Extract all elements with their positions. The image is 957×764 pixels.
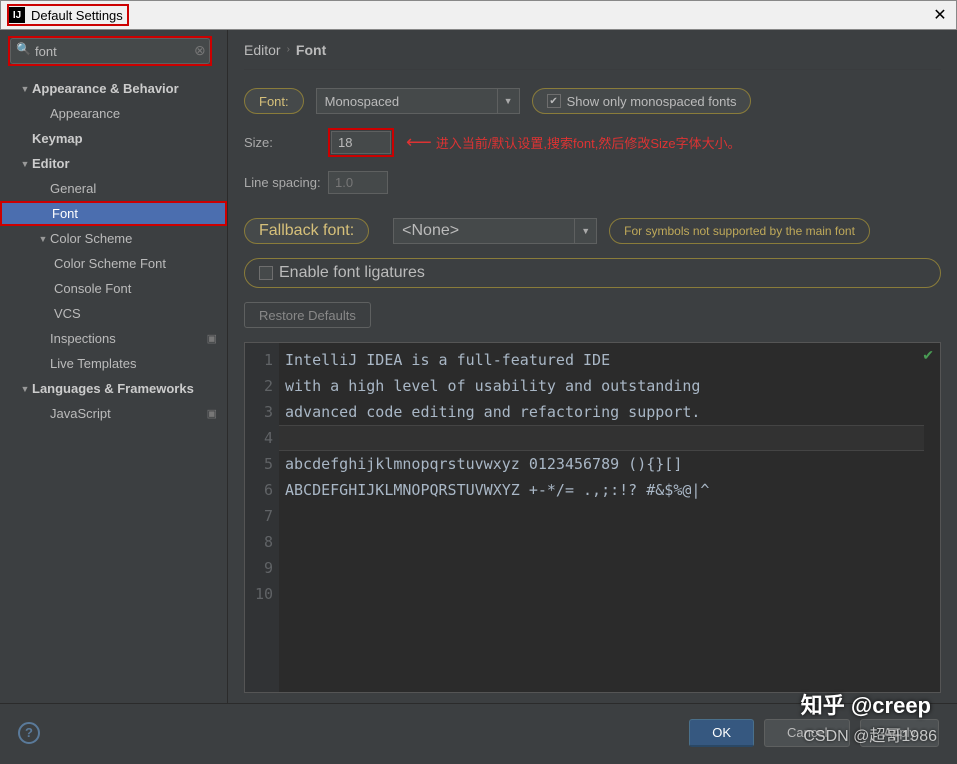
tree-appearance-behavior[interactable]: ▼Appearance & Behavior — [0, 76, 227, 101]
preview-code: IntelliJ IDEA is a full-featured IDE wit… — [279, 343, 940, 607]
tree-live-templates[interactable]: Live Templates — [0, 351, 227, 376]
enable-ligatures-checkbox[interactable]: Enable font ligatures — [244, 258, 941, 288]
restore-defaults-button[interactable]: Restore Defaults — [244, 302, 371, 328]
font-dropdown[interactable]: Monospaced ▼ — [316, 88, 520, 114]
project-config-icon: ▣ — [207, 407, 217, 420]
apply-button[interactable]: Apply — [860, 719, 939, 747]
line-spacing-label: Line spacing: — [244, 175, 328, 190]
settings-sidebar: 🔍 ⊗ ▼Appearance & Behavior Appearance Ke… — [0, 30, 228, 703]
tree-javascript[interactable]: JavaScript▣ — [0, 401, 227, 426]
cancel-button[interactable]: Cancel — [764, 719, 850, 747]
close-icon[interactable]: ✕ — [930, 5, 950, 25]
check-icon: ✔ — [547, 94, 561, 108]
show-monospaced-checkbox[interactable]: ✔ Show only monospaced fonts — [532, 88, 752, 114]
settings-tree: ▼Appearance & Behavior Appearance Keymap… — [0, 72, 227, 703]
checkbox-icon — [259, 266, 273, 280]
check-icon: ✔ — [922, 347, 934, 364]
tree-console-font[interactable]: Console Font — [0, 276, 227, 301]
help-button[interactable]: ? — [18, 722, 40, 744]
tree-keymap[interactable]: Keymap — [0, 126, 227, 151]
tree-color-scheme[interactable]: ▼Color Scheme — [0, 226, 227, 251]
tree-general[interactable]: General — [0, 176, 227, 201]
tree-vcs[interactable]: VCS — [0, 301, 227, 326]
chevron-down-icon: ▼ — [574, 219, 596, 243]
tree-languages-frameworks[interactable]: ▼Languages & Frameworks — [0, 376, 227, 401]
fallback-font-dropdown[interactable]: <None> ▼ — [393, 218, 597, 244]
clear-search-icon[interactable]: ⊗ — [194, 42, 206, 59]
tree-appearance[interactable]: Appearance — [0, 101, 227, 126]
dialog-footer: ? OK Cancel Apply — [0, 703, 957, 761]
breadcrumb-leaf: Font — [296, 42, 326, 58]
window-titlebar: IJ Default Settings ✕ — [0, 0, 957, 30]
breadcrumb: Editor › Font — [244, 30, 941, 70]
chevron-right-icon: › — [287, 44, 290, 55]
annotation-text: ⟵进入当前/默认设置,搜索font,然后修改Size字体大小。 — [406, 132, 741, 153]
line-spacing-input[interactable] — [328, 171, 388, 194]
search-icon: 🔍 — [16, 42, 31, 56]
app-icon: IJ — [9, 7, 25, 23]
chevron-down-icon: ▼ — [497, 89, 519, 113]
tree-inspections[interactable]: Inspections▣ — [0, 326, 227, 351]
font-label: Font: — [244, 88, 304, 114]
tree-color-scheme-font[interactable]: Color Scheme Font — [0, 251, 227, 276]
search-input[interactable] — [10, 38, 210, 64]
gutter: 12345678910 — [245, 343, 279, 692]
size-label: Size: — [244, 135, 328, 150]
project-config-icon: ▣ — [207, 332, 217, 345]
fallback-hint: For symbols not supported by the main fo… — [609, 218, 870, 244]
fallback-font-label: Fallback font: — [244, 218, 369, 244]
font-preview: 12345678910 IntelliJ IDEA is a full-feat… — [244, 342, 941, 693]
tree-editor[interactable]: ▼Editor — [0, 151, 227, 176]
breadcrumb-root: Editor — [244, 42, 281, 58]
window-title: Default Settings — [31, 8, 123, 23]
size-input[interactable] — [331, 131, 391, 154]
ok-button[interactable]: OK — [689, 719, 754, 747]
tree-font[interactable]: Font — [0, 201, 227, 226]
